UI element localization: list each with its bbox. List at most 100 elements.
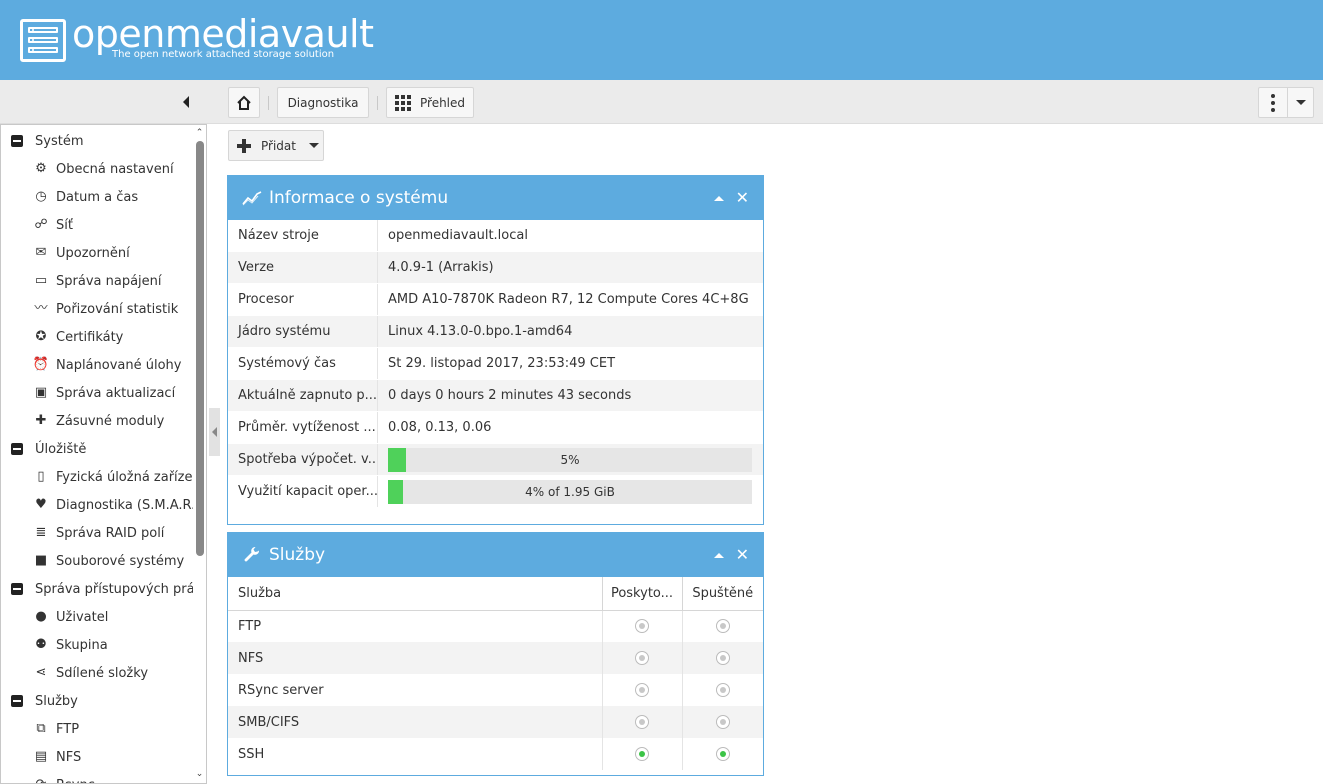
sidebar-category[interactable]: Úložiště — [1, 435, 193, 463]
chart-line-icon: 〰 — [34, 301, 48, 316]
sidebar-item[interactable]: ≣ Správa RAID polí — [1, 519, 193, 547]
info-key: Využití kapacit oper... — [228, 476, 378, 507]
breadcrumb-overview[interactable]: Přehled — [386, 87, 474, 118]
close-icon[interactable]: ✕ — [736, 190, 749, 206]
info-key: Název stroje — [228, 220, 378, 251]
menu-dropdown-button[interactable] — [1287, 87, 1314, 118]
collapse-minus-icon[interactable] — [11, 135, 23, 147]
sidebar-item[interactable]: ✉ Upozornění — [1, 239, 193, 267]
splitter-handle[interactable] — [209, 408, 220, 456]
column-header-service[interactable]: Služba — [228, 577, 602, 611]
info-key: Aktuálně zapnuto p... — [228, 380, 378, 411]
sidebar-item[interactable]: ▤ NFS — [1, 743, 193, 771]
sidebar-item[interactable]: ✚ Zásuvné moduly — [1, 407, 193, 435]
sidebar-item[interactable]: ▯ Fyzická úložná zařízení — [1, 463, 193, 491]
cpu-usage-text: 5% — [560, 452, 580, 467]
column-header-running[interactable]: Spuštěné — [681, 577, 763, 611]
sync-icon: ⟳ — [33, 777, 49, 783]
service-enabled-cell — [601, 674, 682, 706]
sidebar-item-label: Rsync — [56, 778, 95, 784]
sidebar-item[interactable]: ▣ Správa aktualizací — [1, 379, 193, 407]
gears-icon: ⚙ — [35, 161, 47, 176]
vertical-dots-icon — [1271, 93, 1275, 112]
info-key: Verze — [228, 252, 378, 283]
collapse-minus-icon[interactable] — [11, 583, 23, 595]
sidebar-item[interactable]: ♥ Diagnostika (S.M.A.R.T. — [1, 491, 193, 519]
sidebar-item[interactable]: ■ Souborové systémy — [1, 547, 193, 575]
sidebar-item-label: Sdílené složky — [56, 665, 149, 681]
sidebar-category-label: Správa přístupových práv — [35, 581, 193, 597]
cpu-usage-bar: 5% — [388, 447, 752, 472]
sidebar-item[interactable]: ⚉ Skupina — [1, 631, 193, 659]
sidebar-item-label: Pořizování statistik — [56, 301, 179, 317]
status-indicator-icon — [715, 747, 730, 761]
wrench-icon — [242, 545, 262, 565]
envelope-icon: ✉ — [35, 245, 47, 260]
services-title: Služby — [269, 545, 326, 565]
sidebar-item-label: Naplánované úlohy — [56, 357, 182, 373]
home-button[interactable] — [228, 87, 260, 118]
folder-icon: ■ — [34, 553, 48, 568]
sidebar-item[interactable]: ● Uživatel — [1, 603, 193, 631]
ftp-icon: ⧉ — [36, 721, 46, 736]
service-name: RSync server — [238, 682, 324, 698]
sidebar-item[interactable]: ⧉ FTP — [1, 715, 193, 743]
sidebar-category[interactable]: Služby — [1, 687, 193, 715]
sidebar-item[interactable]: 〰 Pořizování statistik — [1, 295, 193, 323]
info-value: 0.08, 0.13, 0.06 — [388, 420, 492, 435]
info-row: Aktuálně zapnuto p... 0 days 0 hours 2 mi… — [228, 380, 763, 412]
sidebar-category[interactable]: Systém — [1, 127, 193, 155]
share-icon: ⋖ — [35, 665, 47, 680]
info-value: 4.0.9-1 (Arrakis) — [388, 260, 494, 275]
services-header: Služby ✕ — [228, 533, 763, 577]
add-widget-button[interactable]: Přidat — [228, 130, 324, 161]
service-enabled-cell — [601, 610, 682, 642]
collapse-sidebar-icon[interactable] — [183, 96, 189, 108]
chevron-down-icon — [308, 143, 319, 148]
status-indicator-icon — [635, 651, 649, 665]
status-indicator-icon — [715, 715, 730, 729]
info-row-memory: Využití kapacit oper... 4% of 1.95 GiB — [228, 476, 763, 508]
collapse-panel-icon[interactable] — [713, 552, 724, 558]
service-running-cell — [681, 674, 763, 706]
status-indicator-icon — [635, 715, 649, 729]
sidebar-item[interactable]: ⋖ Sdílené složky — [1, 659, 193, 687]
scroll-down-icon[interactable]: ⌄ — [195, 770, 204, 779]
sidebar-item[interactable]: ☍ Síť — [1, 211, 193, 239]
sidebar-item-label: FTP — [56, 721, 80, 737]
info-key: Spotřeba výpočet. v... — [228, 444, 378, 475]
sidebar-item[interactable]: ✪ Certifikáty — [1, 323, 193, 351]
info-row: Procesor AMD A10-7870K Radeon R7, 12 Comp… — [228, 284, 763, 316]
sidebar-item-label: Správa napájení — [56, 273, 162, 289]
collapse-panel-icon[interactable] — [713, 195, 724, 201]
sidebar-category[interactable]: Správa přístupových práv — [1, 575, 193, 603]
status-indicator-icon — [635, 747, 649, 761]
sidebar-item[interactable]: ▭ Správa napájení — [1, 267, 193, 295]
collapse-minus-icon[interactable] — [11, 695, 23, 707]
breadcrumb-overview-label: Přehled — [420, 95, 466, 110]
status-indicator-icon — [715, 619, 730, 634]
sidebar-item[interactable]: ⚙ Obecná nastavení — [1, 155, 193, 183]
service-enabled-cell — [601, 738, 682, 770]
sidebar-scrollbar[interactable]: ⌃ ⌄ — [195, 129, 204, 779]
service-row[interactable]: FTP — [228, 610, 763, 642]
sidebar-item-label: Správa aktualizací — [56, 385, 176, 401]
services-table: Služba Poskyto... Spuštěné FTP NFS RSync s… — [228, 577, 763, 770]
service-row[interactable]: RSync server — [228, 674, 763, 706]
sidebar-item[interactable]: ⏰ Naplánované úlohy — [1, 351, 193, 379]
menu-button[interactable] — [1258, 87, 1288, 118]
sidebar-item[interactable]: ◷ Datum a čas — [1, 183, 193, 211]
service-row[interactable]: SSH — [228, 738, 763, 770]
service-row[interactable]: SMB/CIFS — [228, 706, 763, 738]
sidebar-item-label: NFS — [56, 749, 82, 765]
info-row: Verze 4.0.9-1 (Arrakis) — [228, 252, 763, 284]
collapse-minus-icon[interactable] — [11, 443, 23, 455]
column-header-enabled[interactable]: Poskyto... — [601, 577, 682, 611]
scroll-up-icon[interactable]: ⌃ — [195, 129, 204, 138]
sidebar-item[interactable]: ⟳ Rsync — [1, 771, 193, 784]
service-row[interactable]: NFS — [228, 642, 763, 674]
scroll-thumb[interactable] — [196, 141, 204, 556]
breadcrumb-diagnostics[interactable]: Diagnostika — [277, 87, 369, 118]
close-icon[interactable]: ✕ — [736, 547, 749, 563]
info-key: Systémový čas — [228, 348, 378, 379]
